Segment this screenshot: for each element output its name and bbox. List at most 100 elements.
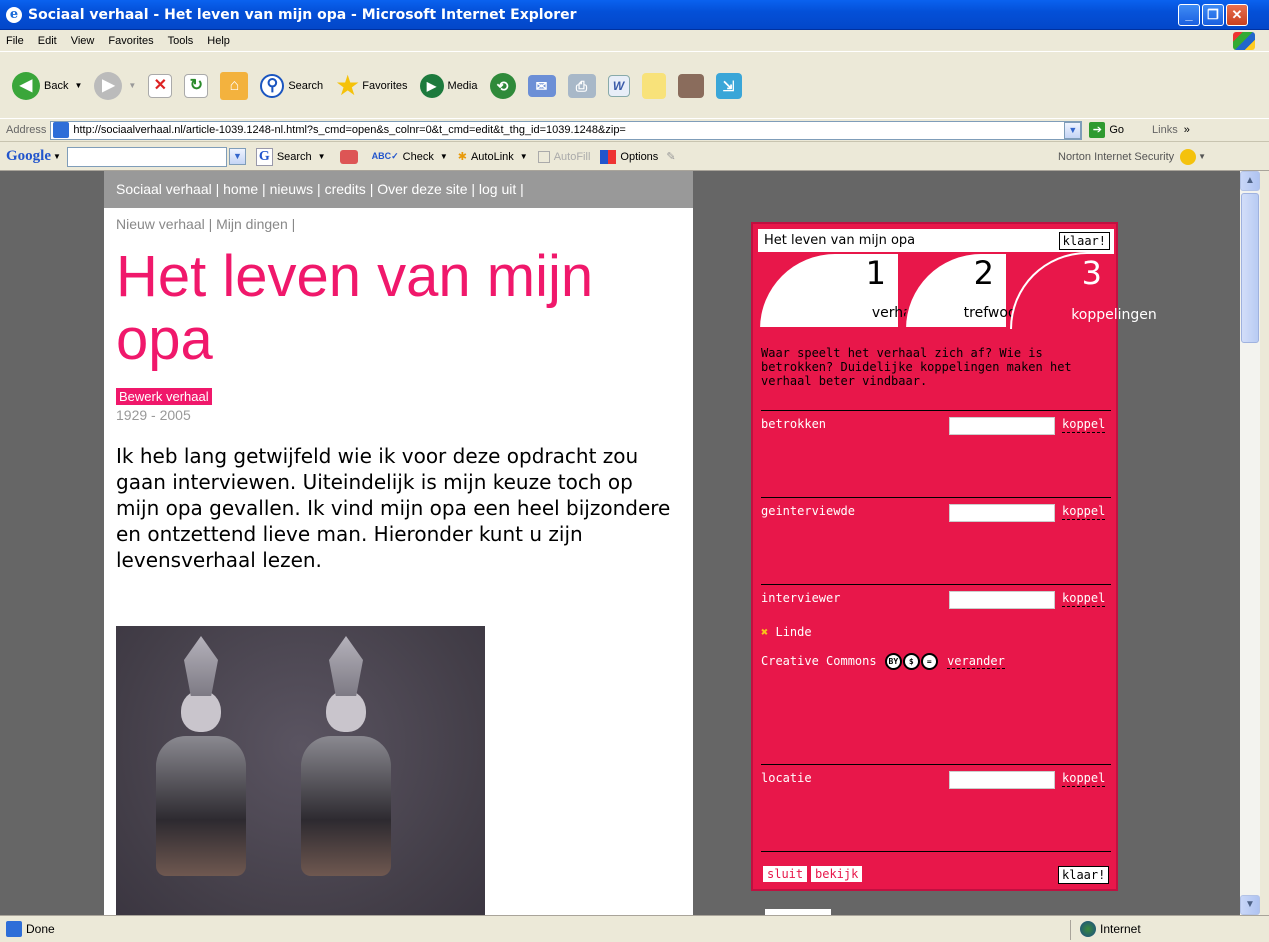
stop-button[interactable]: ✕ [148, 73, 173, 98]
klaar-button-bottom[interactable]: klaar! [1058, 866, 1110, 884]
forward-button[interactable]: ▶ ▼ [94, 71, 136, 100]
vertical-scrollbar[interactable]: ▲ ▼ [1240, 171, 1260, 915]
search-label: Search [288, 79, 324, 92]
pencil-icon: ✎ [666, 151, 676, 163]
status-text: Done [26, 922, 55, 936]
chevron-down-icon: ▼ [519, 152, 528, 161]
scroll-up-arrow-icon[interactable]: ▲ [1240, 171, 1260, 191]
refresh-icon: ↻ [184, 73, 209, 98]
print-icon: ⎙ [567, 73, 596, 98]
google-search-button[interactable]: G Search ▼ [255, 147, 326, 166]
scroll-down-arrow-icon[interactable]: ▼ [1240, 895, 1260, 915]
norton-button[interactable]: Norton Internet Security ▼ [1058, 148, 1206, 165]
google-toolbar: Google ▼ ▼ G Search ▼ ABC✓ Check ▼ ✱ Aut… [0, 143, 1269, 171]
betrokken-input[interactable] [949, 417, 1055, 435]
autofill-label: AutoFill [553, 150, 591, 163]
autolink-button[interactable]: ✱ AutoLink ▼ [457, 150, 528, 164]
google-search-label: Search [276, 150, 312, 163]
photo-puppet-left [146, 636, 256, 876]
story-years: 1929 - 2005 [116, 407, 191, 423]
menu-file[interactable]: File [6, 35, 24, 47]
home-icon: ⌂ [220, 71, 249, 100]
status-bar: Done Internet [0, 915, 1269, 942]
page-title: Het leven van mijn opa [116, 244, 594, 372]
google-g-icon: G [255, 147, 273, 166]
print-button[interactable]: ⎙ [567, 73, 596, 98]
autofill-button[interactable]: AutoFill [537, 150, 591, 163]
license-change-button[interactable]: verander [947, 654, 1005, 669]
page-icon [53, 122, 70, 138]
popup-blocker-icon[interactable] [339, 149, 358, 164]
scroll-thumb[interactable] [1241, 193, 1259, 343]
media-icon: ▶ [419, 73, 444, 98]
story-intro: Ik heb lang getwijfeld wie ik voor deze … [116, 444, 671, 572]
google-logo[interactable]: Google [6, 148, 51, 165]
cc-nc-icon: $ [902, 653, 920, 670]
section-label: interviewer [761, 591, 841, 605]
menu-favorites[interactable]: Favorites [108, 35, 153, 47]
globe-icon [1080, 921, 1096, 937]
search-button[interactable]: ⚲ Search [260, 73, 324, 98]
address-url: http://sociaalverhaal.nl/article-1039.12… [73, 124, 626, 136]
site-nav[interactable]: Sociaal verhaal | home | nieuws | credit… [104, 171, 693, 208]
back-button[interactable]: ◀ Back ▼ [12, 71, 82, 100]
star-icon: ★ [335, 69, 361, 101]
close-button[interactable]: ✕ [1226, 4, 1248, 26]
links-button[interactable]: Links [1152, 124, 1178, 136]
autolink-icon: ✱ [457, 151, 467, 163]
discuss-icon [641, 72, 666, 99]
koppel-button[interactable]: koppel [1062, 591, 1106, 607]
locatie-input[interactable] [949, 771, 1055, 789]
footer-divider [761, 851, 1111, 852]
media-label: Media [447, 79, 478, 92]
discuss-button[interactable] [641, 72, 666, 99]
tab-trefwoorden[interactable]: 2 trefwoorden [904, 252, 1048, 329]
interviewer-input[interactable] [949, 591, 1055, 609]
story-photo [116, 626, 485, 915]
sub-nav[interactable]: Nieuw verhaal | Mijn dingen | [116, 216, 681, 232]
google-search-dropdown[interactable]: ▼ [228, 148, 246, 165]
tab-koppelingen[interactable]: 3 koppelingen [1010, 252, 1157, 329]
maximize-button[interactable]: ❐ [1202, 4, 1224, 26]
favorites-button[interactable]: ★ Favorites [335, 69, 407, 101]
back-arrow-icon: ◀ [12, 71, 40, 100]
google-search-input[interactable] [66, 146, 227, 167]
options-button[interactable]: Options ✎ [600, 149, 676, 164]
section-label: geinterviewde [761, 504, 855, 518]
address-input[interactable]: http://sociaalverhaal.nl/article-1039.12… [50, 120, 1083, 140]
remove-icon[interactable]: ✖ [761, 625, 768, 639]
edit-story-button[interactable]: Bewerk verhaal [116, 388, 212, 405]
check-label: Check [402, 150, 434, 163]
sluit-button[interactable]: sluit [763, 866, 808, 882]
article-content: Nieuw verhaal | Mijn dingen | Het leven … [104, 208, 693, 915]
spell-check-button[interactable]: ABC✓ Check ▼ [372, 151, 448, 163]
security-zone: Internet [1080, 921, 1141, 937]
minimize-button[interactable]: _ [1178, 4, 1200, 26]
koppel-button[interactable]: koppel [1062, 771, 1106, 787]
license-label: Creative Commons [761, 654, 877, 668]
geinterviewde-input[interactable] [949, 504, 1055, 522]
home-button[interactable]: ⌂ [220, 71, 249, 100]
tab-label: koppelingen [1071, 307, 1157, 323]
norton-globe-icon [1180, 148, 1197, 165]
menu-help[interactable]: Help [207, 35, 230, 47]
bekijk-button[interactable]: bekijk [811, 866, 863, 882]
spellcheck-icon: ABC✓ [371, 151, 399, 161]
menu-edit[interactable]: Edit [38, 35, 57, 47]
tab-verhaal[interactable]: 1 verhaal [758, 252, 924, 329]
mail-button[interactable]: ✉ [527, 74, 556, 97]
menu-view[interactable]: View [71, 35, 95, 47]
chevron-down-icon: ▼ [53, 152, 61, 161]
address-dropdown-button[interactable]: ▼ [1064, 121, 1082, 139]
menu-tools[interactable]: Tools [168, 35, 194, 47]
research-button[interactable] [677, 73, 704, 98]
edit-word-button[interactable]: W [607, 74, 630, 97]
koppel-button[interactable]: koppel [1062, 417, 1106, 433]
refresh-button[interactable]: ↻ [184, 73, 209, 98]
messenger-button[interactable]: ⇲ [715, 72, 742, 99]
history-button[interactable]: ⟲ [489, 72, 516, 99]
media-button[interactable]: ▶ Media [419, 73, 478, 98]
go-button[interactable]: ➔ Go [1089, 122, 1124, 138]
klaar-button-top[interactable]: klaar! [1058, 232, 1110, 250]
koppel-button[interactable]: koppel [1062, 504, 1106, 520]
